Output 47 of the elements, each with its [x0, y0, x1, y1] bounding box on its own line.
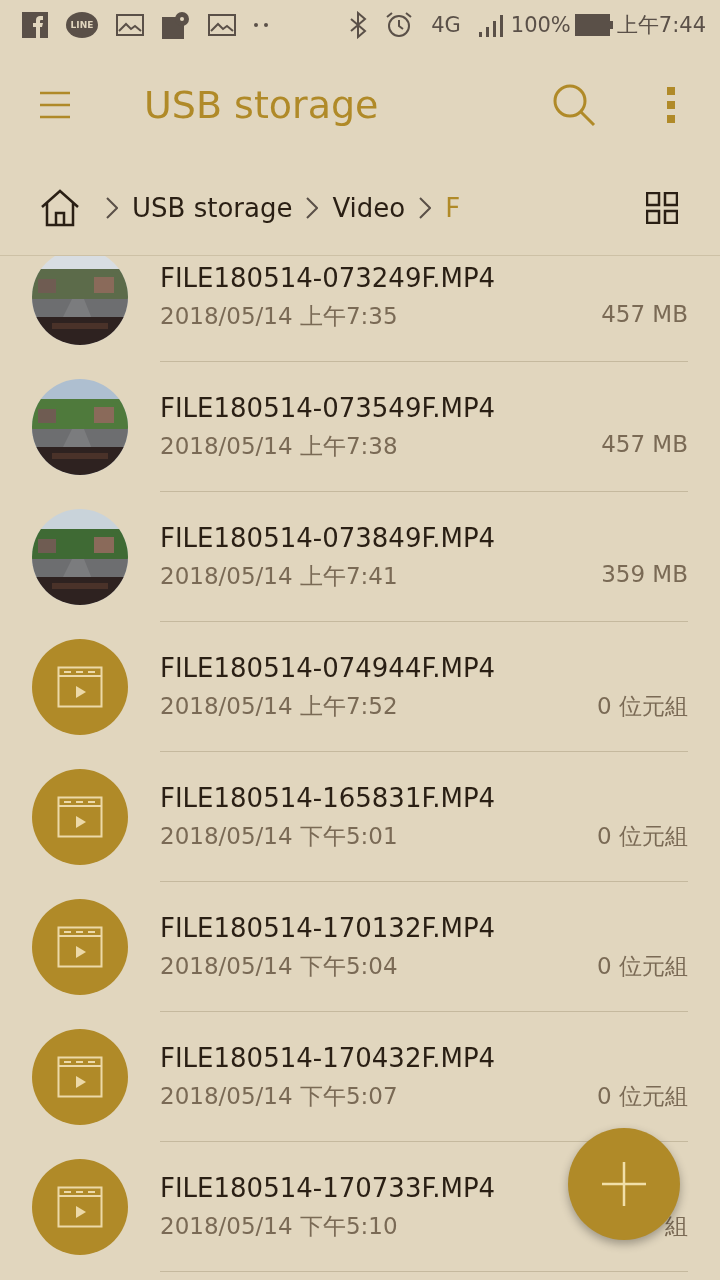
file-name: FILE180514-073549F.MP4	[160, 392, 496, 423]
facebook-icon	[22, 12, 48, 38]
file-size: 0 位元組	[597, 951, 688, 981]
home-icon[interactable]	[40, 188, 80, 227]
file-date: 2018/05/14 下午5:01	[160, 821, 398, 851]
battery-percent: 100%	[510, 13, 571, 37]
plus-icon	[602, 1162, 646, 1206]
file-size: 457 MB	[601, 300, 688, 329]
grid-view-icon[interactable]	[646, 191, 678, 224]
file-size: 組	[665, 1211, 688, 1241]
overflow-menu-icon[interactable]	[666, 87, 676, 123]
file-date: 2018/05/14 上午7:38	[160, 431, 398, 461]
chevron-icon	[106, 196, 118, 219]
chevron-icon	[419, 196, 432, 219]
file-name: FILE180514-074944F.MP4	[160, 652, 496, 683]
alarm-icon	[385, 11, 414, 39]
network-type: 4G	[431, 13, 461, 37]
app-title: USB storage	[144, 83, 380, 127]
file-date: 2018/05/14 下午5:07	[160, 1081, 398, 1111]
search-icon[interactable]	[552, 83, 596, 127]
chat-app-icon: LINE	[66, 12, 98, 38]
breadcrumb-item[interactable]: USB storage	[132, 192, 293, 223]
file-name: FILE180514-170132F.MP4	[160, 912, 496, 943]
more-dots-icon	[254, 23, 268, 27]
file-size: 359 MB	[601, 560, 688, 589]
image-icon	[208, 14, 236, 36]
file-name: FILE180514-073249F.MP4	[160, 262, 496, 293]
file-date: 2018/05/14 下午5:10	[160, 1211, 398, 1241]
file-size: 0 位元組	[597, 1081, 688, 1111]
file-name: FILE180514-170733F.MP4	[160, 1172, 496, 1203]
clock: 上午7:44	[616, 12, 706, 39]
image-icon	[116, 14, 144, 36]
chevron-icon	[306, 196, 319, 219]
file-date: 2018/05/14 下午5:04	[160, 951, 398, 981]
file-date: 2018/05/14 上午7:52	[160, 691, 398, 721]
file-name: FILE180514-073849F.MP4	[160, 522, 496, 553]
file-size: 457 MB	[601, 430, 688, 459]
menu-icon[interactable]	[40, 91, 70, 119]
file-date: 2018/05/14 上午7:35	[160, 301, 398, 331]
file-name: FILE180514-170432F.MP4	[160, 1042, 496, 1073]
file-name: FILE180514-165831F.MP4	[160, 782, 496, 813]
battery-icon	[574, 14, 613, 36]
bluetooth-icon	[349, 11, 368, 39]
file-date: 2018/05/14 上午7:41	[160, 561, 398, 591]
breadcrumb-item[interactable]: Video	[332, 192, 406, 223]
file-size: 0 位元組	[597, 821, 688, 851]
file-size: 0 位元組	[597, 691, 688, 721]
